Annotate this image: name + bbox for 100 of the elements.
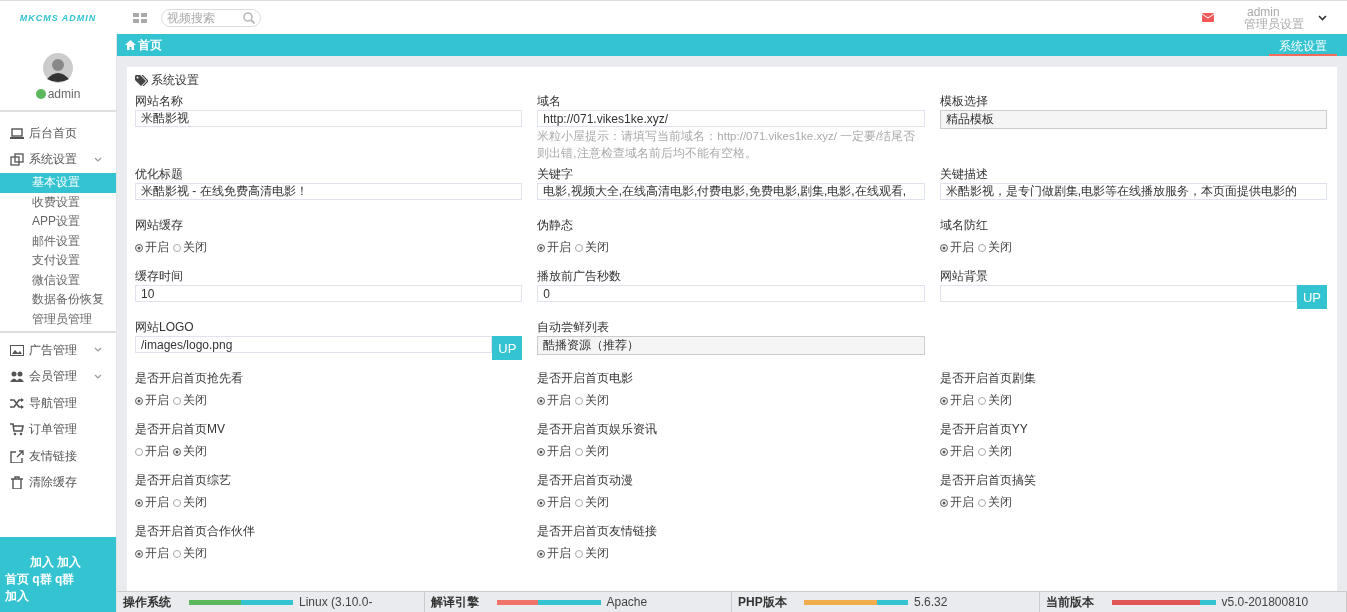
field-label: 是否开启首页剧集 [939, 370, 1037, 387]
field-label: 关键描述 [939, 166, 989, 183]
radio-option[interactable]: 开启 [537, 392, 572, 409]
sidebar-item[interactable]: 导航管理 [0, 390, 116, 417]
chevron-down-icon [1318, 14, 1327, 21]
radio-option[interactable]: 开启 [537, 239, 572, 256]
search-icon [243, 11, 255, 24]
avatar [43, 53, 73, 83]
field-label: 播放前广告秒数 [537, 268, 623, 285]
text-field[interactable]: 米酷影视 [135, 110, 523, 127]
field-label: 是否开启首页YY [939, 421, 1029, 438]
status-label: PHP版本 [738, 593, 788, 611]
radio-option[interactable]: 开启 [135, 494, 169, 511]
status-label: 当前版本 [1045, 593, 1095, 611]
radio-option[interactable]: 开启 [939, 392, 974, 409]
radio-option[interactable]: 开启 [939, 239, 974, 256]
sidebar-item[interactable]: 系统设置 [0, 146, 116, 173]
radio-option[interactable]: 关闭 [575, 443, 610, 460]
text-field[interactable]: 0 [537, 285, 925, 302]
radio-option[interactable]: 开启 [537, 545, 572, 562]
user-name: admin [1247, 5, 1280, 18]
radio-option[interactable]: 关闭 [173, 392, 207, 409]
submenu-item[interactable]: 支付设置 [0, 251, 116, 271]
copy-icon [10, 153, 24, 167]
radio-option[interactable]: 关闭 [575, 239, 610, 256]
radio-option[interactable]: 开启 [135, 392, 169, 409]
radio-option[interactable]: 关闭 [173, 545, 207, 562]
submenu-item[interactable]: 邮件设置 [0, 231, 116, 251]
field-label: 是否开启首页抢先看 [135, 370, 244, 387]
field-label: 伪静态 [537, 217, 575, 234]
text-field[interactable]: /images/logo.png [135, 336, 493, 353]
sidebar-item[interactable]: 清除缓存 [0, 469, 116, 496]
radio-option[interactable]: 开启 [135, 239, 169, 256]
submenu-item[interactable]: 收费设置 [0, 192, 116, 212]
logo: MKCMS ADMIN [18, 12, 98, 23]
field-label: 域名防红 [939, 217, 989, 234]
sidebar-item[interactable]: 后台首页 [0, 120, 116, 147]
radio-option[interactable]: 开启 [135, 443, 169, 460]
status-label: 解译引擎 [430, 593, 480, 611]
field-label: 缓存时间 [135, 268, 184, 285]
search-field[interactable]: 视频搜索 [161, 8, 261, 27]
field-label: 是否开启首页合作伙伴 [135, 523, 256, 540]
radio-option[interactable]: 开启 [939, 494, 974, 511]
select-field[interactable]: 酷播资源（推荐） [537, 336, 925, 355]
radio-option[interactable]: 开启 [537, 494, 572, 511]
radio-option[interactable]: 关闭 [575, 392, 610, 409]
field-label: 优化标题 [135, 166, 184, 183]
radio-option[interactable]: 关闭 [575, 494, 610, 511]
radio-option[interactable]: 开启 [939, 443, 974, 460]
text-field[interactable]: 10 [135, 285, 523, 302]
field-label: 关键字 [537, 166, 575, 183]
text-field[interactable]: http://071.vikes1ke.xyz/ [537, 110, 925, 127]
field-label: 是否开启首页电影 [537, 370, 635, 387]
image-icon [10, 343, 24, 357]
radio-option[interactable]: 关闭 [977, 392, 1012, 409]
field-label: 自动尝鲜列表 [537, 319, 611, 336]
radio-option[interactable]: 关闭 [977, 443, 1012, 460]
sidebar-item[interactable]: 会员管理 [0, 363, 116, 390]
submenu-item[interactable]: APP设置 [0, 212, 116, 232]
radio-option[interactable]: 关闭 [977, 494, 1012, 511]
status-value: Apache [606, 595, 648, 609]
submenu-item[interactable]: 微信设置 [0, 270, 116, 290]
field-label: 网站背景 [939, 268, 989, 285]
chevron-down-icon [94, 347, 102, 354]
trash-icon [10, 476, 24, 490]
status-value: Linux (3.10.0- [299, 595, 373, 609]
field-label: 是否开启首页娱乐资讯 [537, 421, 659, 438]
sidebar-item[interactable]: 友情链接 [0, 443, 116, 470]
text-field[interactable]: 电影,视频大全,在线高清电影,付费电影,免费电影,剧集,电影,在线观看, [537, 183, 925, 200]
submenu-item[interactable]: 数据备份恢复 [0, 290, 116, 310]
radio-option[interactable]: 关闭 [173, 494, 207, 511]
sidebar-item[interactable]: 广告管理 [0, 337, 116, 364]
radio-option[interactable]: 关闭 [173, 443, 207, 460]
grid-menu-icon [133, 12, 147, 23]
users-icon [10, 370, 24, 384]
text-field[interactable]: 米酷影视，是专门做剧集,电影等在线播放服务，本页面提供电影的 [939, 183, 1327, 200]
field-label: 是否开启首页友情链接 [537, 523, 659, 540]
tags-icon [135, 74, 148, 86]
radio-option[interactable]: 开启 [537, 443, 572, 460]
mail-icon [1202, 13, 1214, 22]
field-label: 是否开启首页搞笑 [939, 472, 1037, 489]
select-field[interactable]: 精品模板 [939, 110, 1327, 129]
text-field[interactable] [939, 285, 1297, 302]
submenu-item[interactable]: 管理员管理 [0, 309, 116, 329]
radio-option[interactable]: 关闭 [575, 545, 610, 562]
text-field[interactable]: 米酷影视 - 在线免费高清电影！ [135, 183, 523, 200]
radio-option[interactable]: 关闭 [977, 239, 1012, 256]
status-value: 5.6.32 [914, 595, 948, 609]
sidebar-item[interactable]: 订单管理 [0, 416, 116, 443]
field-label: 网站缓存 [135, 217, 184, 234]
shuffle-icon [10, 396, 24, 410]
status-label: 操作系统 [123, 593, 172, 611]
radio-option[interactable]: 开启 [135, 545, 169, 562]
radio-option[interactable]: 关闭 [173, 239, 207, 256]
field-label: 是否开启首页动漫 [537, 472, 635, 489]
field-label: 是否开启首页MV [135, 421, 226, 438]
field-label: 是否开启首页综艺 [135, 472, 232, 489]
user-name: admin [47, 87, 81, 101]
external-link-icon [10, 449, 24, 463]
home-icon [125, 40, 136, 50]
